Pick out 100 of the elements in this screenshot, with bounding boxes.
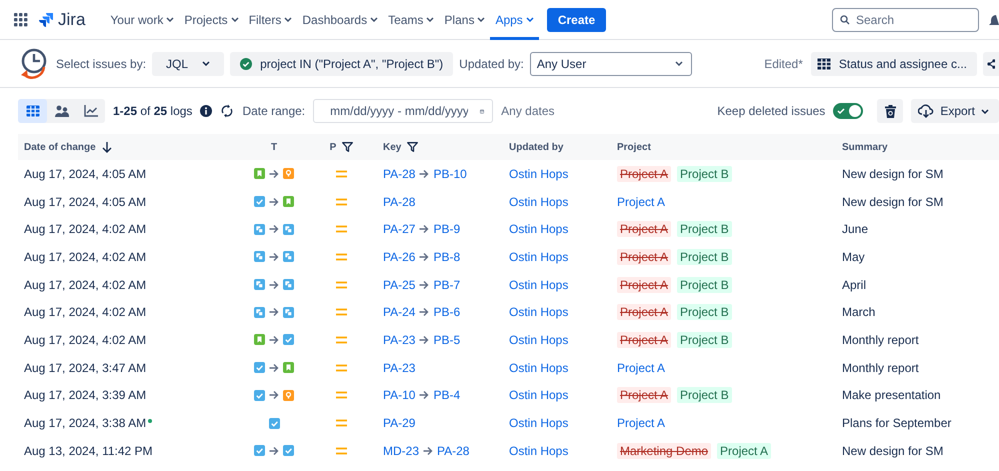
project-link[interactable]: Project A [617,360,666,375]
issue-key-link[interactable]: PA-23 [383,360,416,375]
issue-key-link[interactable]: PA-24 [383,305,416,320]
column-header: Updated by [509,142,564,152]
priority-medium-icon [336,198,347,206]
user-dropdown[interactable]: Any User [530,52,692,76]
date-cell: Aug 17, 2024, 4:02 AM [24,278,146,292]
subtask-icon [254,251,265,262]
issue-key-link[interactable]: PA-10 [383,388,416,402]
date-cell: Aug 17, 2024, 3:38 AM [24,416,146,430]
right-arrow-icon [419,252,430,262]
view-button[interactable]: Status and assignee c... [810,52,977,76]
right-arrow-icon [269,196,279,207]
task-icon [268,418,280,429]
share-button[interactable] [983,52,999,76]
column-header[interactable]: Date of change [24,142,96,152]
subtask-icon [254,224,265,235]
right-arrow-icon [269,280,279,290]
issue-key-link[interactable]: PA-23 [383,332,416,347]
removed-project-tag: Project A [617,276,672,293]
issue-key-link[interactable]: PB-8 [433,250,460,264]
date-cell: Aug 17, 2024, 3:47 AM [24,360,146,375]
project-link[interactable]: Project A [617,416,666,430]
lightbulb-icon [283,168,294,180]
removed-project-tag: Project A [617,304,672,320]
user-link[interactable]: Ostin Hops [509,278,568,292]
issue-key-link[interactable]: PB-4 [433,388,460,402]
issue-key-link[interactable]: PB-7 [433,278,460,292]
right-arrow-icon [269,362,279,373]
line-chart-icon [84,105,98,117]
issue-key-link[interactable]: PA-26 [383,250,416,264]
added-project-tag: Project B [677,332,732,348]
nav-menu[interactable]: Plans [439,0,490,40]
chevron-down-icon [477,17,486,22]
issue-key-link[interactable]: PA-29 [383,416,416,430]
filter-icon[interactable] [342,142,354,152]
project-link[interactable]: Project A [617,194,666,209]
issue-key-link[interactable]: PA-28 [437,444,470,458]
chevron-down-icon [202,61,210,66]
cloud-download-icon [918,104,934,118]
app-grid-icon[interactable] [14,12,28,26]
info-icon [200,105,212,117]
user-link[interactable]: Ostin Hops [509,305,568,320]
user-link[interactable]: Ostin Hops [509,250,568,264]
added-project-tag: Project B [677,276,732,293]
right-arrow-icon [423,446,434,456]
user-link[interactable]: Ostin Hops [509,388,568,402]
summary-cell: April [842,278,866,292]
date-cell: Aug 17, 2024, 4:02 AM [24,332,146,347]
create-button[interactable]: Create [546,8,606,32]
export-button[interactable]: Export [911,99,999,123]
issue-key-link[interactable]: PA-25 [383,278,416,292]
chevron-down-icon [284,17,292,22]
user-link[interactable]: Ostin Hops [509,444,568,458]
sort-down-arrow-icon[interactable] [102,142,112,152]
trash-button[interactable] [877,99,904,123]
user-link[interactable]: Ostin Hops [509,416,568,430]
nav-menu[interactable]: Your work [105,0,180,40]
issue-key-link[interactable]: PA-27 [383,222,416,236]
issue-key-link[interactable]: PB-10 [433,166,467,181]
added-project-tag: Project B [677,221,732,238]
filter-icon[interactable] [407,142,418,152]
nav-menu[interactable]: Projects [179,0,244,40]
mode-dropdown[interactable]: JQL [152,52,224,76]
refresh-icon[interactable] [220,104,234,118]
user-link[interactable]: Ostin Hops [509,332,568,347]
search-field[interactable]: Search [832,8,979,32]
date-range-label: Date range: [242,104,306,118]
column-header: Summary [842,142,888,152]
nav-menu[interactable]: Filters [244,0,298,40]
date-cell: Aug 17, 2024, 3:39 AM [24,388,146,402]
task-icon [254,196,265,208]
nav-menu[interactable]: Dashboards [297,0,384,40]
user-link[interactable]: Ostin Hops [509,194,568,209]
removed-project-tag: Project A [617,221,672,238]
column-header: Key [383,142,402,152]
issue-key-link[interactable]: PB-5 [433,332,460,347]
issue-key-link[interactable]: PA-28 [383,194,416,209]
user-link[interactable]: Ostin Hops [509,222,568,236]
issue-key-link[interactable]: MD-23 [383,444,420,458]
user-link[interactable]: Ostin Hops [509,360,568,375]
nav-menu[interactable]: Apps [490,0,539,40]
view-toggle[interactable] [18,99,47,123]
check-icon [837,107,846,115]
issue-key-link[interactable]: PA-28 [383,166,416,181]
issue-key-link[interactable]: PB-9 [433,222,460,236]
column-header: Project [617,142,651,152]
added-project-tag: Project B [677,248,732,265]
nav-menu[interactable]: Teams [383,0,440,40]
user-link[interactable]: Ostin Hops [509,166,568,181]
added-project-tag: Project A [717,442,772,459]
issue-key-link[interactable]: PB-6 [433,305,460,320]
query-chip[interactable]: project IN ("Project A", "Project B") [230,52,454,76]
keep-deleted-toggle[interactable] [833,103,864,119]
date-hint: Any dates [501,104,555,118]
removed-project-tag: Project A [617,248,672,265]
removed-project-tag: Project A [617,332,672,348]
trash-icon [884,104,896,118]
chevron-down-icon [981,108,989,114]
right-arrow-icon [419,307,430,318]
